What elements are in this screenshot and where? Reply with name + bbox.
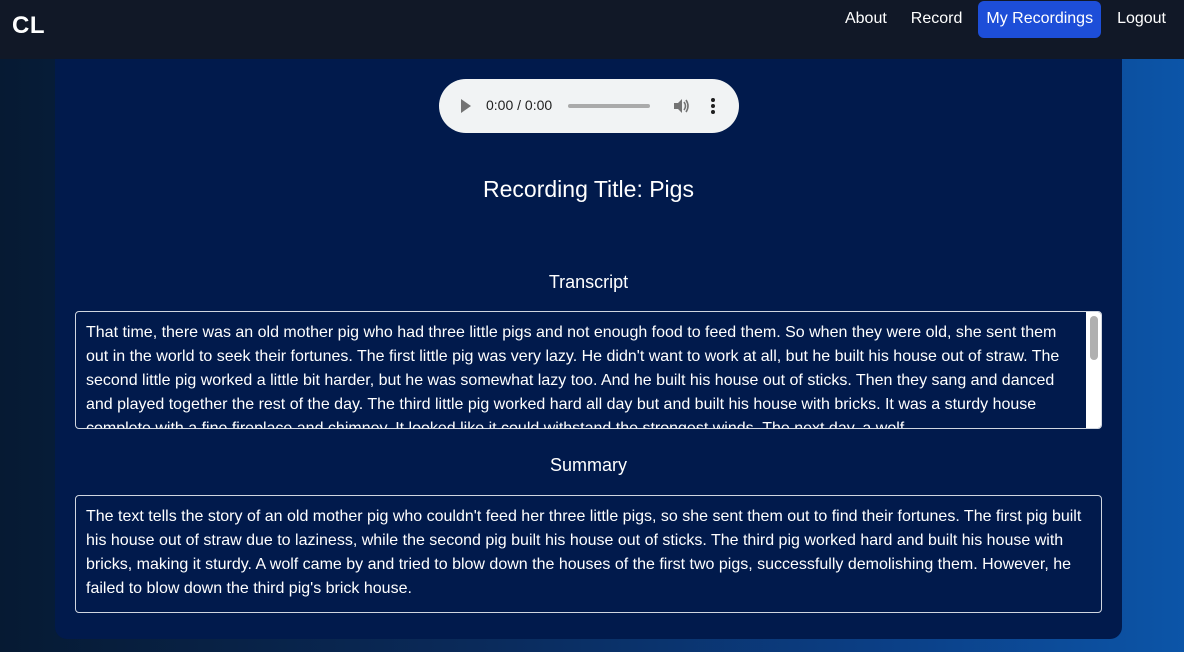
summary-textbox[interactable]: The text tells the story of an old mothe…: [75, 495, 1102, 613]
player-progress-bar[interactable]: [568, 104, 650, 108]
player-time: 0:00 / 0:00: [486, 97, 553, 113]
play-icon[interactable]: [461, 99, 471, 113]
audio-player[interactable]: 0:00 / 0:00: [439, 79, 739, 133]
transcript-scrollbar[interactable]: [1086, 312, 1101, 428]
volume-icon[interactable]: [672, 97, 690, 115]
transcript-text: That time, there was an old mother pig w…: [86, 324, 1060, 429]
recording-card: 0:00 / 0:00 Recording Title: Pigs Transc…: [55, 59, 1122, 639]
transcript-scroll-thumb[interactable]: [1090, 316, 1098, 360]
nav-links: About Record My Recordings Logout: [829, 0, 1174, 38]
top-navbar: CL About Record My Recordings Logout: [0, 0, 1184, 59]
transcript-label: Transcript: [548, 272, 629, 292]
more-options-icon[interactable]: [710, 97, 716, 115]
summary-text: The text tells the story of an old mothe…: [86, 508, 1082, 597]
summary-label: Summary: [549, 455, 627, 475]
recording-title: Recording Title: Pigs: [483, 176, 694, 202]
nav-link-my-recordings[interactable]: My Recordings: [978, 0, 1102, 38]
nav-link-logout[interactable]: Logout: [1109, 1, 1174, 38]
brand-logo[interactable]: CL: [12, 12, 45, 40]
nav-link-record[interactable]: Record: [903, 1, 971, 38]
transcript-textbox[interactable]: That time, there was an old mother pig w…: [75, 311, 1102, 429]
nav-link-about[interactable]: About: [837, 1, 895, 38]
